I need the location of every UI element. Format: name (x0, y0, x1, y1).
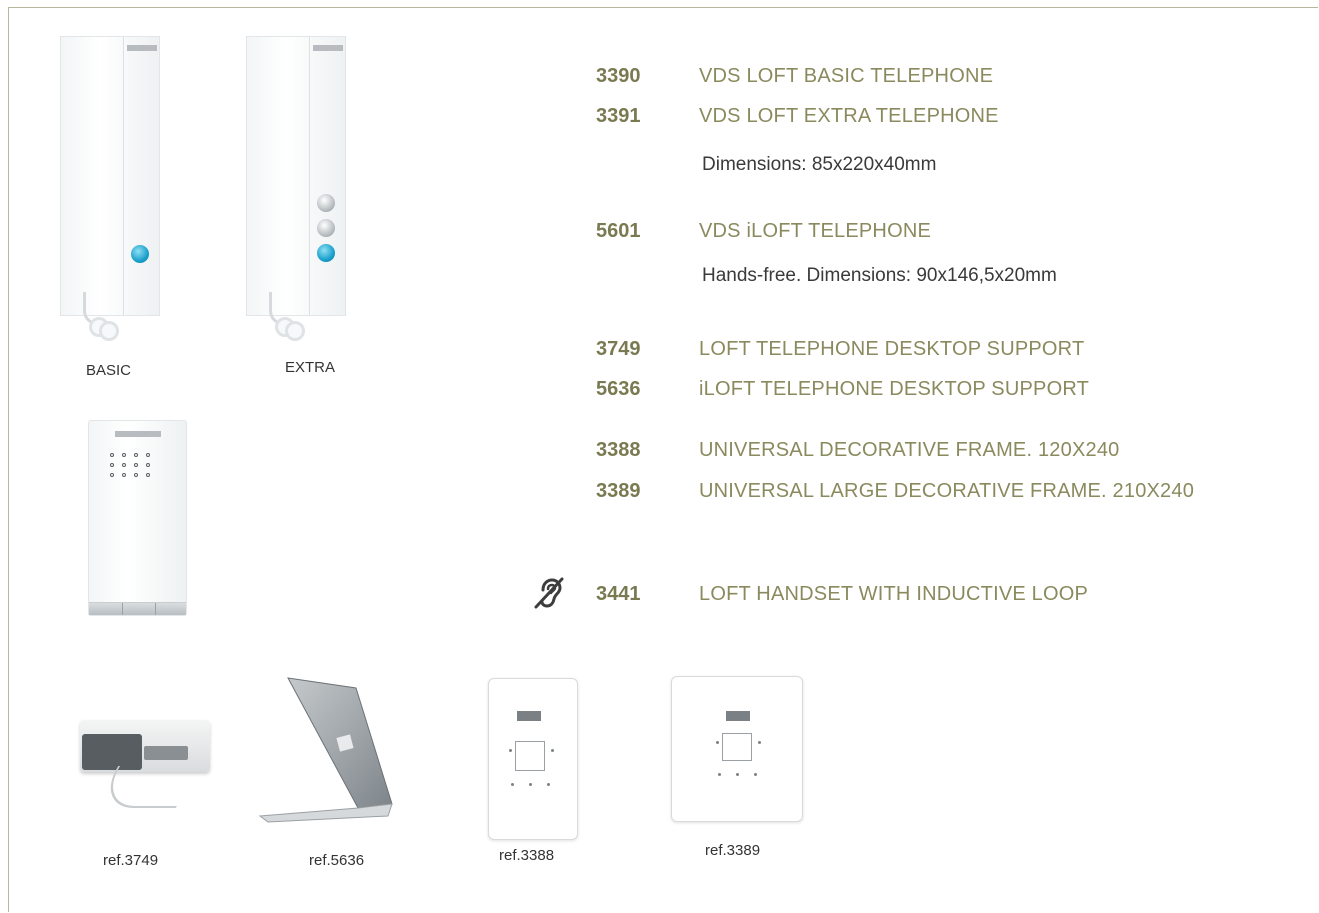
caption-ref3749: ref.3749 (103, 852, 159, 869)
speaker-grille-dot (146, 473, 150, 477)
caption-extra: EXTRA (285, 359, 336, 376)
caption-basic: BASIC (86, 362, 132, 379)
product-code: 5636 (596, 378, 641, 400)
product-name: UNIVERSAL DECORATIVE FRAME. 120X240 (699, 439, 1120, 461)
extra-telephone-image (246, 36, 346, 341)
speaker-grille-dot (122, 463, 126, 467)
iloft-telephone-image (88, 420, 187, 616)
product-name: LOFT HANDSET WITH INDUCTIVE LOOP (699, 583, 1089, 605)
product-code: 5601 (596, 220, 641, 242)
speaker-grille-dot (134, 473, 138, 477)
speaker-grille-dot (110, 473, 114, 477)
iloft-dimensions-note: Hands-free. Dimensions: 90x146,5x20mm (702, 265, 1057, 286)
product-code: 3391 (596, 105, 641, 127)
product-code: 3388 (596, 439, 641, 461)
speaker-grille-dot (134, 463, 138, 467)
product-name: VDS iLOFT TELEPHONE (699, 220, 932, 242)
decorative-frame-3389-image (671, 676, 803, 822)
hearing-loop-icon (532, 576, 566, 610)
desktop-support-3749-image (70, 720, 220, 810)
speaker-grille-dot (134, 453, 138, 457)
product-name: VDS LOFT BASIC TELEPHONE (699, 65, 994, 87)
product-name: UNIVERSAL LARGE DECORATIVE FRAME. 210X24… (699, 480, 1195, 502)
speaker-grille-dot (146, 463, 150, 467)
caption-ref3389: ref.3389 (705, 842, 761, 859)
loft-dimensions-note: Dimensions: 85x220x40mm (702, 154, 937, 175)
product-name: LOFT TELEPHONE DESKTOP SUPPORT (699, 338, 1085, 360)
product-name: iLOFT TELEPHONE DESKTOP SUPPORT (699, 378, 1090, 400)
product-name: VDS LOFT EXTRA TELEPHONE (699, 105, 999, 127)
caption-ref5636: ref.5636 (309, 852, 365, 869)
product-code: 3389 (596, 480, 641, 502)
product-code: 3441 (596, 583, 641, 605)
caption-ref3388: ref.3388 (499, 847, 555, 864)
product-code: 3390 (596, 65, 641, 87)
speaker-grille-dot (122, 453, 126, 457)
speaker-grille-dot (146, 453, 150, 457)
speaker-grille-dot (110, 463, 114, 467)
speaker-grille-dot (122, 473, 126, 477)
basic-telephone-image (60, 36, 160, 341)
speaker-grille-dot (110, 453, 114, 457)
desktop-support-5636-image (258, 676, 398, 826)
product-code: 3749 (596, 338, 641, 360)
decorative-frame-3388-image (488, 678, 578, 840)
